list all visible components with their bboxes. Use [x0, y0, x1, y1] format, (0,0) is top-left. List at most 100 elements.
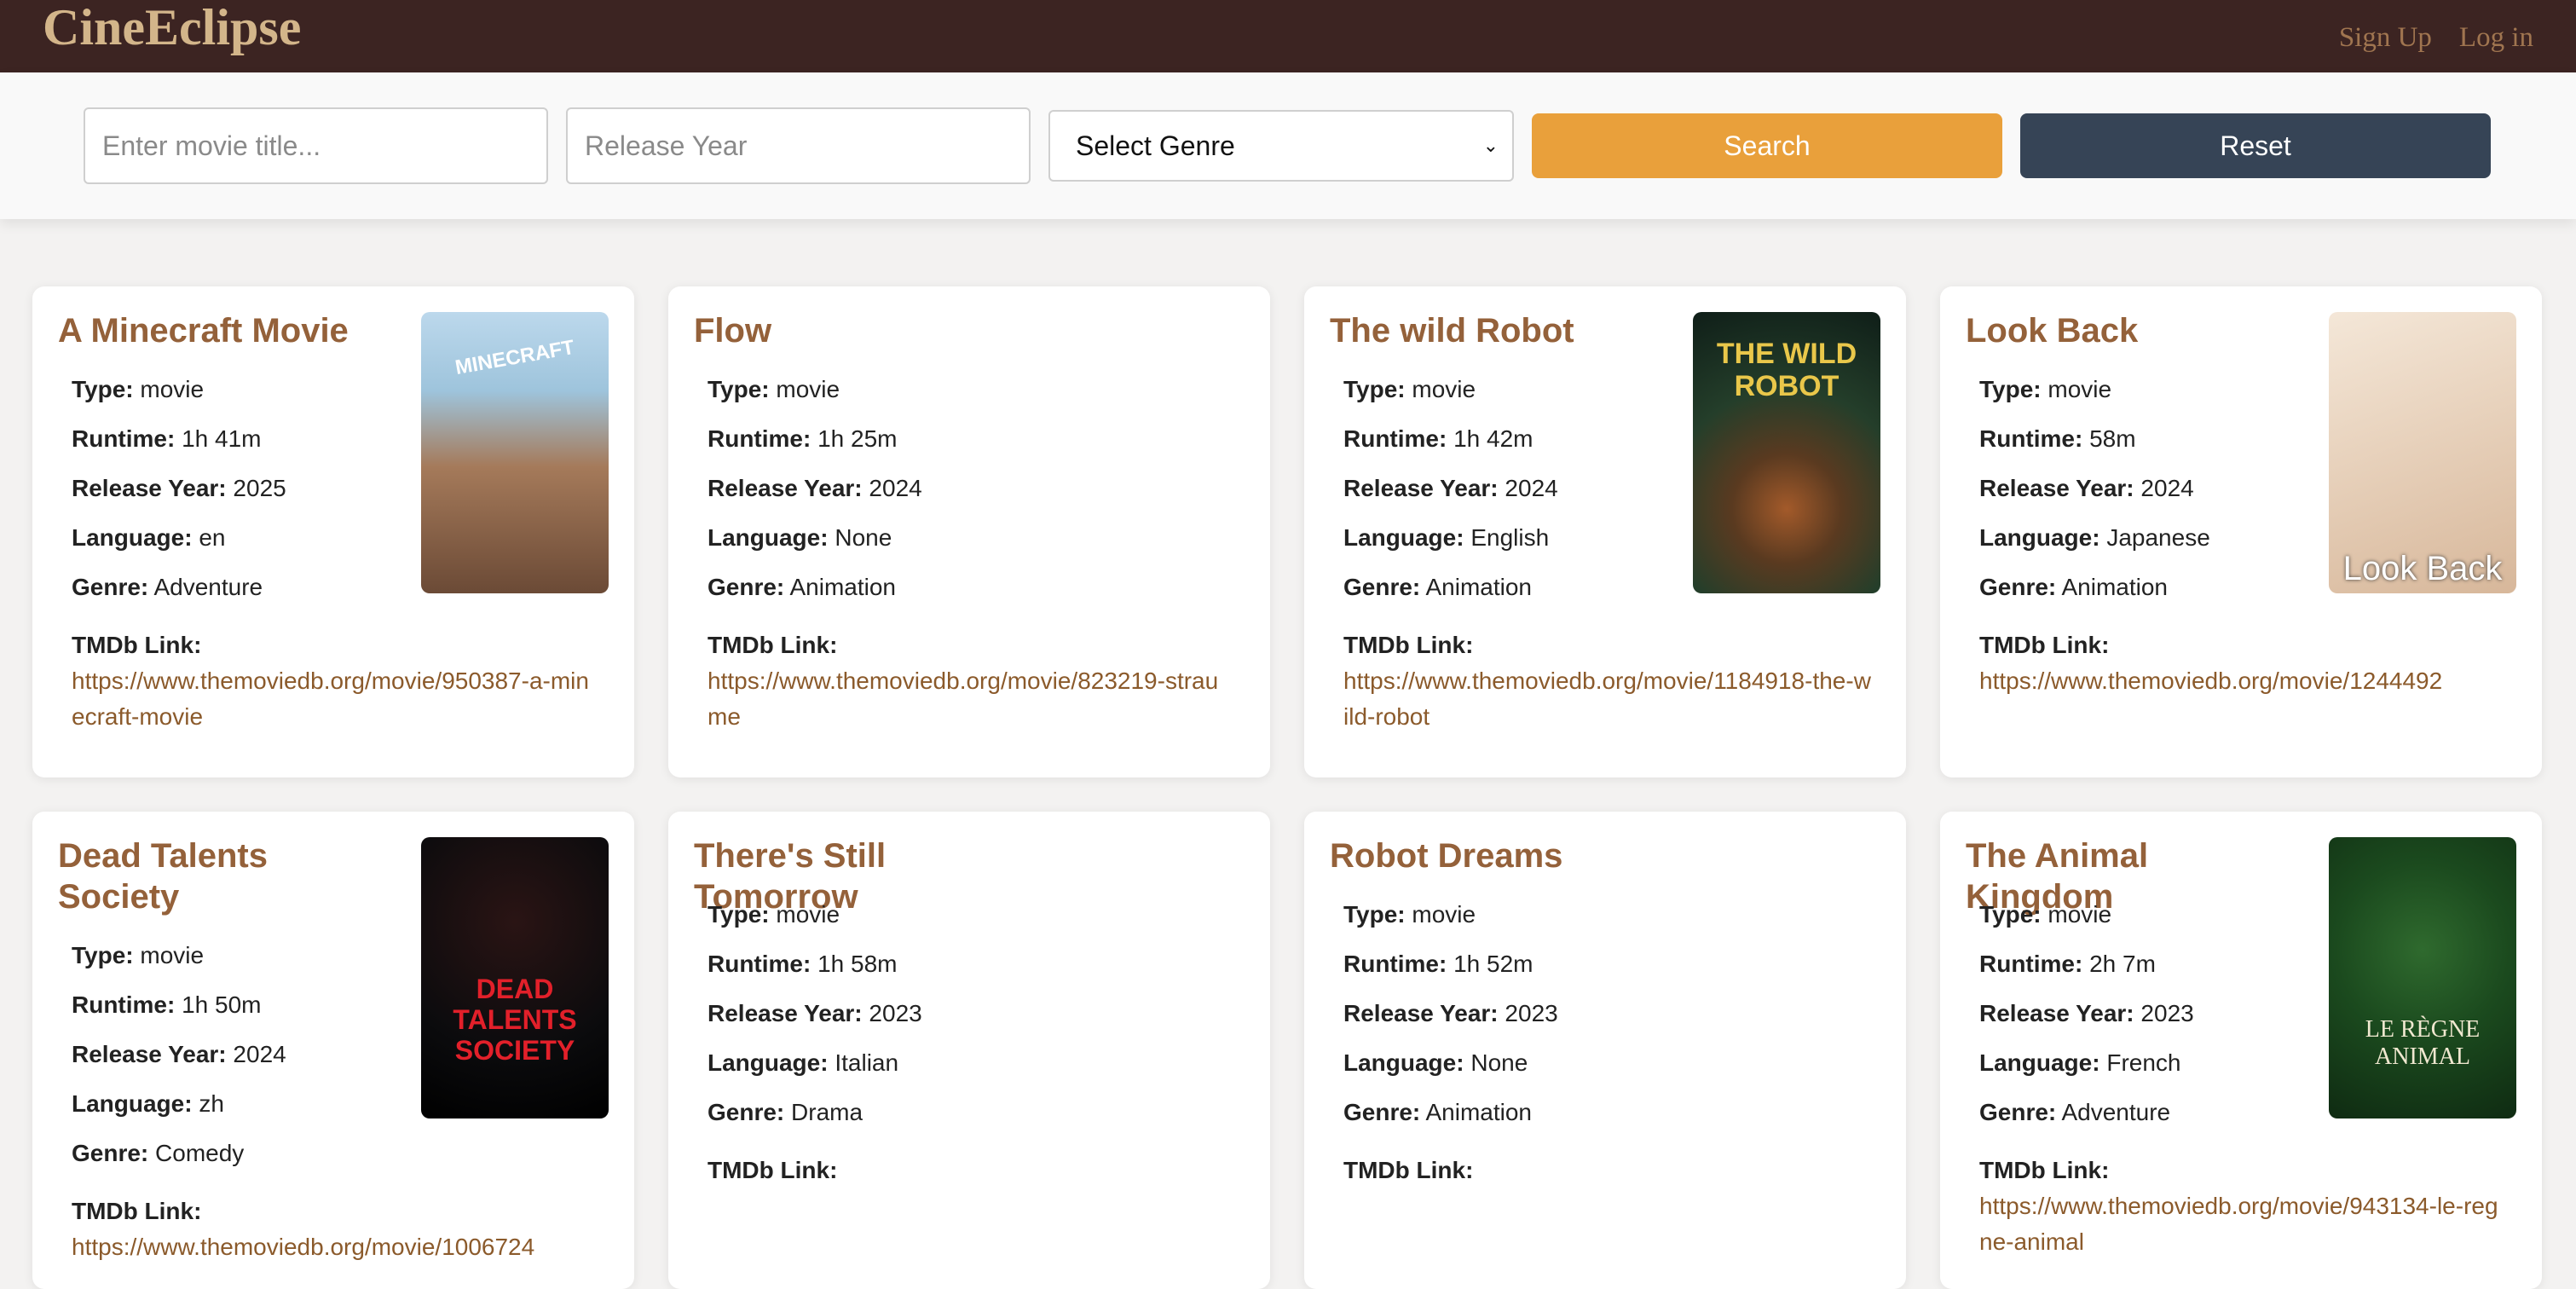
field-value: 1h 41m: [175, 425, 262, 452]
movie-release-year-field: Release Year: 2025: [72, 464, 286, 513]
movie-genre-field: Genre: Adventure: [72, 563, 286, 612]
field-label: Genre:: [1343, 574, 1421, 600]
movie-poster: Look Back: [2329, 312, 2516, 593]
genre-select-value: Select Genre: [1076, 130, 1235, 161]
movie-title-input[interactable]: [84, 107, 548, 184]
field-value: Comedy: [148, 1140, 245, 1166]
field-label: Genre:: [1979, 1099, 2057, 1125]
field-value: movie: [2041, 376, 2112, 402]
field-label: Language:: [72, 1090, 193, 1117]
poster-title-text: MINECRAFT: [453, 335, 576, 380]
tmdb-link[interactable]: https://www.themoviedb.org/movie/1006724: [72, 1229, 600, 1265]
movie-language-field: Language: None: [708, 513, 922, 563]
tmdb-link[interactable]: https://www.themoviedb.org/movie/1184918…: [1343, 663, 1872, 735]
movie-genre-field: Genre: Drama: [708, 1088, 922, 1137]
field-label: Language:: [72, 524, 193, 551]
field-label: Type:: [72, 376, 134, 402]
movie-title[interactable]: A Minecraft Movie: [58, 310, 390, 351]
movie-title[interactable]: Flow: [694, 310, 1026, 351]
movie-type-field: Type: movie: [708, 365, 922, 414]
movie-runtime-field: Runtime: 1h 52m: [1343, 939, 1558, 989]
field-value: Adventure: [148, 574, 263, 600]
field-label: Runtime:: [72, 425, 176, 452]
field-label: Type:: [1343, 901, 1406, 928]
genre-select-box[interactable]: Select Genre ⌄: [1048, 110, 1514, 182]
movie-runtime-field: Runtime: 1h 41m: [72, 414, 286, 464]
field-value: 2024: [226, 1041, 286, 1067]
movie-title[interactable]: Robot Dreams: [1330, 835, 1662, 876]
field-value: 2023: [862, 1000, 922, 1026]
release-year-input[interactable]: [566, 107, 1031, 184]
field-value: 1h 58m: [811, 951, 898, 977]
field-value: 1h 25m: [811, 425, 898, 452]
field-value: movie: [1405, 901, 1476, 928]
tmdb-section: TMDb Link: https://www.themoviedb.org/mov…: [72, 627, 600, 735]
search-button[interactable]: Search: [1532, 113, 2002, 178]
movie-genre-field: Genre: Animation: [1343, 1088, 1558, 1137]
field-value: Animation: [1420, 574, 1532, 600]
top-nav-bar: CineEclipse Sign Up Log in: [0, 0, 2576, 72]
tmdb-link[interactable]: https://www.themoviedb.org/movie/943134-…: [1979, 1188, 2508, 1260]
field-label: Language:: [1343, 1049, 1464, 1076]
movie-card[interactable]: There's Still Tomorrow Type: movie Runtime…: [668, 812, 1270, 1289]
field-value: None: [828, 524, 892, 551]
movie-language-field: Language: en: [72, 513, 286, 563]
field-label: Release Year:: [1979, 475, 2134, 501]
movie-runtime-field: Runtime: 1h 42m: [1343, 414, 1558, 464]
movie-poster: DEAD TALENTS SOCIETY: [421, 837, 609, 1118]
tmdb-link[interactable]: https://www.themoviedb.org/movie/1244492: [1979, 663, 2508, 699]
movie-genre-field: Genre: Adventure: [1979, 1088, 2194, 1137]
field-label: Language:: [1343, 524, 1464, 551]
movie-runtime-field: Runtime: 1h 25m: [708, 414, 922, 464]
movie-language-field: Language: Japanese: [1979, 513, 2210, 563]
movie-card[interactable]: The Animal Kingdom LE RÈGNE ANIMAL Type: m…: [1940, 812, 2542, 1289]
field-value: 2024: [1498, 475, 1558, 501]
movie-card[interactable]: Dead Talents Society DEAD TALENTS SOCIETY…: [32, 812, 634, 1289]
tmdb-label: TMDb Link:: [708, 632, 838, 658]
login-link[interactable]: Log in: [2459, 22, 2533, 54]
movie-title[interactable]: The wild Robot: [1330, 310, 1662, 351]
field-value: Drama: [784, 1099, 863, 1125]
movie-language-field: Language: Italian: [708, 1038, 922, 1088]
field-value: Animation: [1420, 1099, 1532, 1125]
field-label: Type:: [708, 376, 770, 402]
field-label: Release Year:: [708, 475, 863, 501]
field-label: Genre:: [1979, 574, 2057, 600]
reset-button[interactable]: Reset: [2020, 113, 2491, 178]
field-label: Type:: [72, 942, 134, 968]
movie-runtime-field: Runtime: 2h 7m: [1979, 939, 2194, 989]
tmdb-link[interactable]: https://www.themoviedb.org/movie/950387-…: [72, 663, 600, 735]
field-label: Runtime:: [708, 425, 811, 452]
movie-card[interactable]: The wild Robot THE WILD ROBOT Type: movie R…: [1304, 286, 1906, 777]
tmdb-link[interactable]: https://www.themoviedb.org/movie/823219-…: [708, 663, 1236, 735]
tmdb-label: TMDb Link:: [708, 1157, 838, 1183]
field-value: movie: [1405, 376, 1476, 402]
field-value: 2023: [2134, 1000, 2194, 1026]
field-label: Release Year:: [1343, 475, 1499, 501]
tmdb-section: TMDb Link:: [1343, 1153, 1872, 1188]
field-label: Type:: [1979, 376, 2042, 402]
genre-select[interactable]: Select Genre ⌄: [1048, 110, 1514, 182]
movie-title[interactable]: Dead Talents Society: [58, 835, 390, 917]
field-value: Adventure: [2056, 1099, 2171, 1125]
movie-release-year-field: Release Year: 2023: [1979, 989, 2194, 1038]
field-label: Runtime:: [1979, 951, 2083, 977]
field-label: Release Year:: [708, 1000, 863, 1026]
movie-card[interactable]: Flow Type: movie Runtime: 1h 25m Release Ye…: [668, 286, 1270, 777]
movie-card[interactable]: A Minecraft Movie MINECRAFT Type: movie Run…: [32, 286, 634, 777]
poster-title-text: THE WILD ROBOT: [1716, 338, 1857, 402]
signup-link[interactable]: Sign Up: [2339, 22, 2432, 54]
field-label: Genre:: [72, 1140, 149, 1166]
field-value: 2024: [862, 475, 922, 501]
field-label: Runtime:: [1343, 951, 1447, 977]
field-label: Runtime:: [708, 951, 811, 977]
site-logo[interactable]: CineEclipse: [43, 0, 301, 57]
movie-title[interactable]: Look Back: [1966, 310, 2298, 351]
tmdb-section: TMDb Link: https://www.themoviedb.org/mov…: [1979, 627, 2508, 699]
field-label: Type:: [708, 901, 770, 928]
field-value: movie: [769, 901, 840, 928]
movie-card[interactable]: Robot Dreams Type: movie Runtime: 1h 52m Re…: [1304, 812, 1906, 1289]
movie-card[interactable]: Look Back Look Back Type: movie Runtime: 58…: [1940, 286, 2542, 777]
tmdb-label: TMDb Link:: [1343, 632, 1474, 658]
movie-runtime-field: Runtime: 58m: [1979, 414, 2210, 464]
